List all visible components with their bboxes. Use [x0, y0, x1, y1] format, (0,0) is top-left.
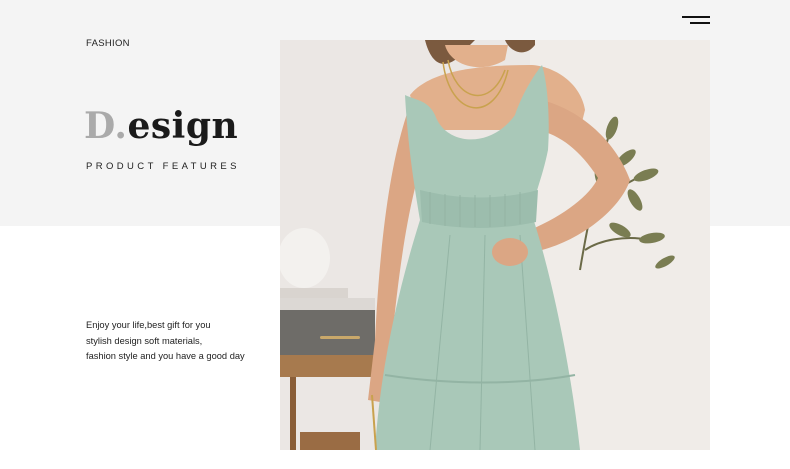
title-initial: D.	[84, 105, 128, 147]
category-label: FASHION	[86, 38, 130, 49]
menu-line-top	[682, 16, 710, 18]
description-line: stylish design soft materials,	[86, 335, 203, 346]
product-photo	[280, 40, 710, 450]
menu-line-bottom	[690, 22, 710, 24]
description: Enjoy your life,best gift for you stylis…	[86, 318, 276, 365]
description-line: Enjoy your life,best gift for you	[86, 320, 211, 330]
description-line: fashion style and you have a good day	[86, 351, 245, 362]
title-rest: esign	[127, 105, 239, 147]
hamburger-menu-icon[interactable]	[682, 14, 710, 28]
page-title: D.esign	[84, 108, 238, 144]
subtitle: PRODUCT FEATURES	[86, 161, 240, 172]
